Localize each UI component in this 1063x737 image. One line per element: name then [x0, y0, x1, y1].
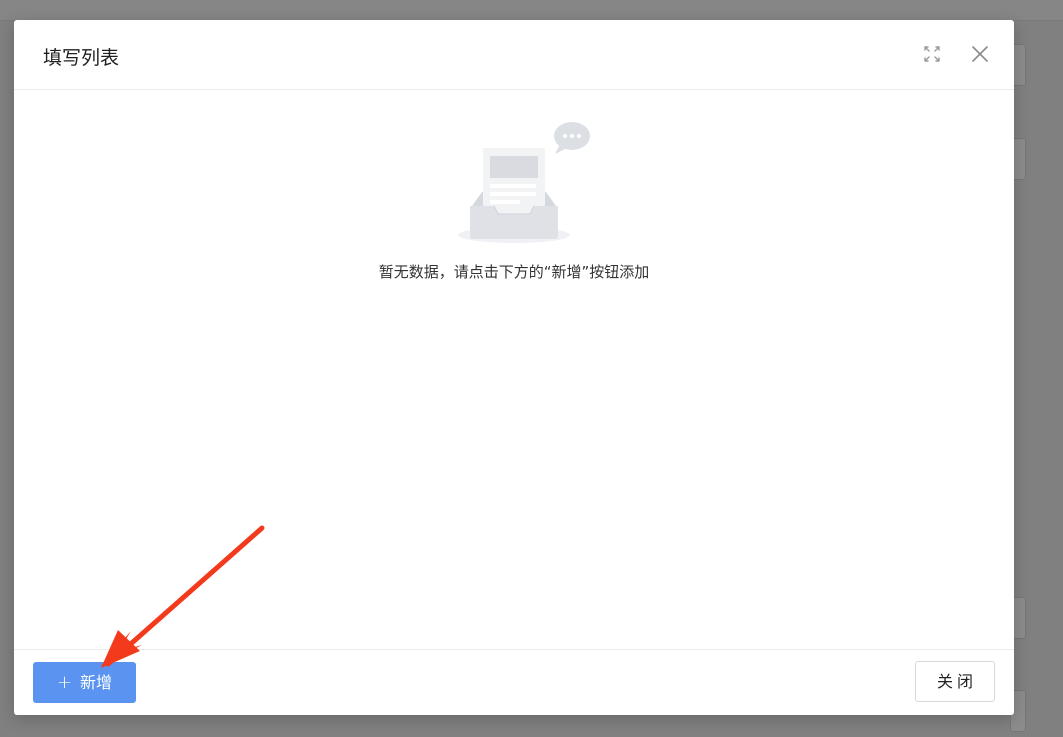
- expand-icon[interactable]: [920, 42, 944, 66]
- dialog-title: 填写列表: [43, 47, 120, 69]
- dialog-footer: + 新增 关闭: [14, 649, 1014, 715]
- close-icon[interactable]: [968, 42, 992, 66]
- empty-inbox-illustration: [454, 118, 594, 248]
- dialog-body: 暂无数据，请点击下方的“新增”按钮添加: [14, 90, 1014, 649]
- close-button[interactable]: 关闭: [915, 661, 995, 702]
- plus-icon: +: [56, 672, 73, 693]
- page: 填写列表 暂无数据，请点击下方的“新增”按钮添加 + 新增 关闭: [0, 0, 1063, 737]
- add-button-label: 新增: [80, 673, 113, 692]
- dialog-header: 填写列表: [14, 20, 1014, 90]
- fill-list-dialog: 填写列表 暂无数据，请点击下方的“新增”按钮添加 + 新增 关闭: [14, 20, 1014, 715]
- empty-state-message: 暂无数据，请点击下方的“新增”按钮添加: [378, 263, 650, 281]
- add-button[interactable]: + 新增: [33, 662, 136, 703]
